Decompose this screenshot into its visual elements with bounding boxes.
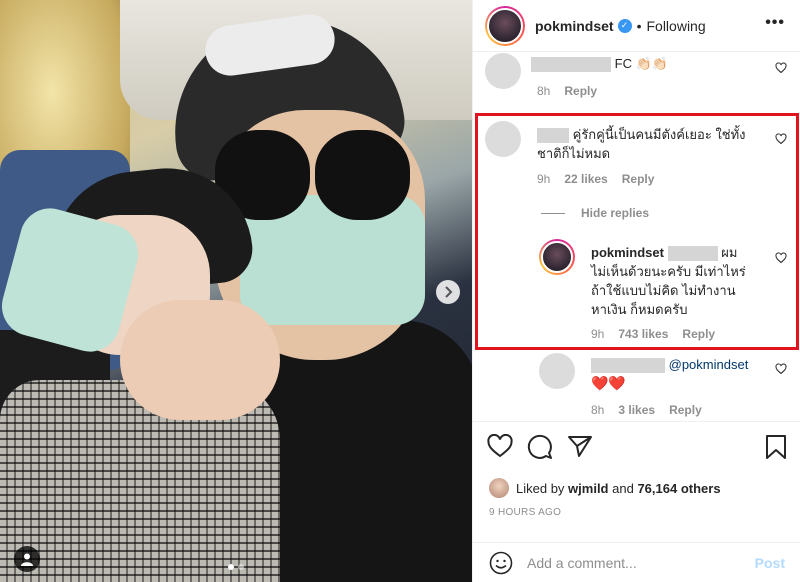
following-button[interactable]: Following	[646, 18, 705, 34]
redacted-username	[591, 358, 665, 374]
carousel-indicator	[228, 564, 244, 570]
comment-age: 8h	[591, 403, 605, 417]
woman-arm	[120, 300, 280, 420]
comment-age: 8h	[537, 84, 551, 98]
comments-list[interactable]: FC 👏🏻👏🏻 8h Reply คู่รักคู่นี้เป็นคนมีตัง…	[473, 53, 800, 421]
redacted-username	[531, 57, 611, 73]
sunglasses	[215, 130, 415, 225]
post-panel: pokmindset ✓ • Following ••• FC 👏🏻👏🏻 8h …	[472, 0, 800, 582]
add-comment-bar: Post	[473, 542, 800, 582]
highlight-box	[475, 113, 799, 350]
user-tag-button[interactable]	[14, 546, 40, 572]
comment-meta: 8h Reply	[537, 84, 597, 98]
header-separator: •	[636, 17, 642, 34]
post-header: pokmindset ✓ • Following •••	[473, 0, 800, 52]
user-tag-icon	[21, 553, 33, 566]
commenter-avatar[interactable]	[539, 353, 575, 389]
hearts-emoji: ❤️❤️	[591, 375, 626, 391]
comment-input[interactable]	[527, 555, 747, 571]
heart-icon[interactable]	[487, 434, 513, 458]
commenter-avatar[interactable]	[485, 53, 521, 89]
author-username[interactable]: pokmindset	[535, 18, 614, 34]
mention-link[interactable]: @pokmindset	[669, 357, 749, 372]
emoji-icon[interactable]	[489, 551, 513, 575]
likes-count[interactable]: 76,164 others	[637, 481, 720, 496]
verified-badge-icon: ✓	[617, 18, 632, 33]
next-photo-button[interactable]	[436, 280, 460, 304]
share-icon[interactable]	[567, 434, 593, 458]
comment-icon[interactable]	[527, 434, 553, 460]
action-bar	[487, 434, 787, 460]
chevron-right-icon	[445, 286, 453, 298]
comment-meta: 8h 3 likes Reply	[591, 403, 702, 417]
post-actions: Liked by wjmild and 76,164 others 9 HOUR…	[473, 421, 800, 582]
liker-username[interactable]: wjmild	[568, 481, 608, 496]
like-comment-heart-icon[interactable]	[775, 363, 787, 375]
more-options-button[interactable]: •••	[765, 15, 785, 31]
post-photo[interactable]	[0, 0, 472, 582]
like-comment-heart-icon[interactable]	[775, 62, 787, 74]
bookmark-icon[interactable]	[765, 434, 787, 460]
post-timestamp: 9 HOURS AGO	[489, 507, 562, 518]
author-avatar[interactable]	[485, 5, 525, 46]
comment-likes[interactable]: 3 likes	[618, 403, 655, 417]
reply-button[interactable]: Reply	[564, 84, 597, 98]
comment-text: @pokmindset ❤️❤️	[591, 355, 763, 393]
comment-text: FC 👏🏻👏🏻	[531, 54, 668, 73]
post-comment-button[interactable]: Post	[755, 555, 785, 571]
reply-button[interactable]: Reply	[669, 403, 702, 417]
liker-avatar[interactable]	[489, 478, 509, 498]
liked-by: Liked by wjmild and 76,164 others	[489, 478, 721, 498]
